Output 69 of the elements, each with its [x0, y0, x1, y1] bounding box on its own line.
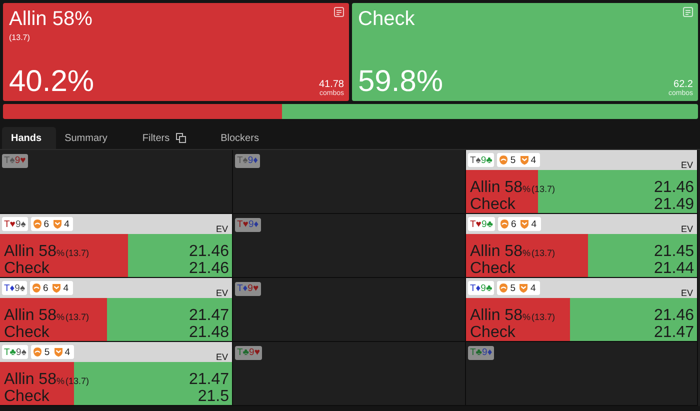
ev-value: 21.47 — [188, 372, 229, 389]
shield-icon — [520, 219, 530, 229]
hand-tag: T♦9♣ — [468, 281, 494, 295]
blocker-tag: 6 4 — [30, 217, 74, 231]
action-percent: 59.8% — [358, 67, 444, 97]
ev-label: EV — [680, 288, 693, 298]
hand-tag: T♣9♠ — [2, 345, 28, 359]
shield-icon — [53, 219, 62, 229]
action-label: Check — [470, 325, 516, 341]
ev-value: 21.45 — [654, 244, 694, 261]
hand-tag: T♦9♠ — [2, 281, 27, 295]
action-label: Allin 58%(13.7) — [470, 308, 556, 325]
note-icon[interactable] — [683, 7, 693, 17]
action-label: Allin 58%(13.7) — [4, 244, 90, 261]
tab[interactable]: Summary — [56, 127, 134, 149]
ev-label: EV — [216, 288, 228, 298]
ev-label: EV — [216, 352, 228, 362]
blocker-icon — [499, 283, 508, 293]
hand-card[interactable]: T♦9♣ 5 4 EV Allin 58%(13.7) 21.46 Check 21.47 — [466, 278, 697, 341]
action-label: Check — [470, 261, 516, 277]
blocker-icon — [499, 155, 508, 165]
action-label: Check — [470, 197, 516, 213]
shield-icon — [519, 283, 528, 293]
ev-label: EV — [680, 160, 693, 170]
blocker-tag: 5 4 — [31, 345, 74, 359]
ev-value: 21.44 — [654, 261, 694, 277]
hand-tag: T♠9♣ — [468, 153, 494, 167]
ev-value: 21.47 — [654, 325, 694, 341]
hand-card[interactable]: T♥9♠ 6 4 EV Allin 58%(13.7) 21.46 Check 21.46 — [0, 214, 232, 277]
ev-value: 21.46 — [654, 180, 694, 197]
hand-tag: T♥9♣ — [468, 217, 495, 231]
action-percent: 40.2% — [9, 67, 94, 97]
ev-value: 21.46 — [188, 261, 229, 277]
ev-value: 21.46 — [188, 244, 229, 261]
ev-label: EV — [680, 224, 693, 234]
action-size: (13.7) — [9, 33, 31, 42]
action-name: Check — [358, 7, 415, 31]
blocker-icon — [33, 347, 42, 357]
action-label: Allin 58%(13.7) — [470, 244, 556, 261]
combo-count: 41.78 — [318, 79, 344, 90]
action-label: Allin 58%(13.7) — [4, 308, 90, 325]
ev-value: 21.5 — [198, 389, 229, 405]
blocker-tag: 5 4 — [497, 153, 540, 167]
hand-card[interactable]: T♥9♣ 6 4 EV Allin 58%(13.7) 21.45 Check 21.44 — [466, 214, 697, 277]
shield-icon — [520, 155, 529, 165]
blocker-icon — [32, 283, 41, 293]
blocker-tag: 6 4 — [498, 217, 541, 231]
note-icon[interactable] — [334, 7, 344, 17]
shield-icon — [52, 283, 62, 293]
hand-tag: T♥9♠ — [2, 217, 28, 231]
blocker-icon — [500, 219, 509, 229]
ev-value: 21.46 — [654, 308, 694, 325]
tab[interactable]: Blockers — [212, 127, 285, 149]
blocker-icon — [32, 219, 42, 229]
blocker-tag: 5 4 — [497, 281, 540, 295]
action-label: Check — [4, 325, 50, 341]
ev-value: 21.47 — [188, 308, 229, 325]
tab[interactable]: Hands — [2, 127, 56, 149]
hand-card[interactable]: T♦9♠ 6 4 EV Allin 58%(13.7) 21.47 Check 21.48 — [0, 278, 232, 341]
tab[interactable]: Filters — [133, 127, 212, 149]
shield-icon — [54, 347, 63, 357]
action-label: Check — [4, 261, 50, 277]
combo-count: 62.2 — [674, 79, 693, 90]
ev-value: 21.49 — [654, 197, 694, 213]
blocker-tag: 6 4 — [30, 281, 73, 295]
ev-value: 21.48 — [188, 325, 229, 341]
action-name: Allin 58% — [9, 7, 92, 31]
action-label: Check — [4, 389, 50, 405]
ev-label: EV — [216, 224, 228, 234]
